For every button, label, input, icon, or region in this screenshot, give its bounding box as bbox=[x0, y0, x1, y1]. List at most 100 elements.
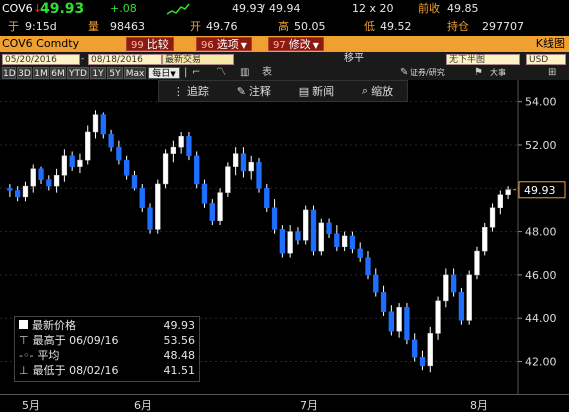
candle-body bbox=[15, 190, 21, 198]
prev-close: 49.85 bbox=[447, 2, 479, 15]
candle-body bbox=[443, 274, 449, 302]
x-label-jul: 7月 bbox=[300, 399, 318, 412]
bar-chart-icon[interactable]: ▥ bbox=[240, 66, 249, 80]
legend-high: ⊤ 最高于 06/09/16 53.56 bbox=[19, 333, 195, 348]
quote-row-2: 于 9:15d 量 98463 开 49.76 高 50.05 低 49.52 … bbox=[0, 18, 569, 36]
end-date-field[interactable]: 08/18/2016 bbox=[88, 54, 162, 65]
security-field[interactable]: COV6 Comdty bbox=[2, 37, 79, 51]
candle-body bbox=[373, 274, 379, 293]
zoom-button[interactable]: ⌕ 缩放 bbox=[362, 83, 393, 99]
candle-body bbox=[412, 339, 418, 358]
legend-low: ⊥ 最低于 08/02/16 41.51 bbox=[19, 363, 195, 378]
last-price-tag-text: 49.93 bbox=[524, 184, 556, 197]
chart-type-label: K线图 bbox=[535, 37, 565, 50]
candle-body bbox=[61, 155, 68, 176]
candle-body bbox=[92, 114, 99, 133]
frequency-label: 移平 bbox=[344, 53, 364, 64]
y-tick-label: 54.00 bbox=[525, 96, 557, 109]
candle-body bbox=[186, 136, 192, 157]
mode-select[interactable]: 无下半图 bbox=[446, 54, 520, 65]
slash: / bbox=[261, 2, 265, 15]
chevron-down-icon: ▼ bbox=[170, 70, 176, 78]
y-tick-label: 42.00 bbox=[525, 356, 557, 369]
candle-body bbox=[396, 307, 402, 332]
candle-body bbox=[155, 183, 161, 230]
research-icon[interactable]: ✎ bbox=[400, 66, 408, 80]
compare-button[interactable]: 99 比较 bbox=[126, 37, 174, 51]
params-bar: 05/20/2016 - 08/18/2016 最新交易 移平 无下半图 USD bbox=[0, 52, 569, 66]
news-label: 新闻 bbox=[312, 85, 335, 98]
period-5y[interactable]: 5Y bbox=[107, 67, 123, 79]
candle-body bbox=[232, 153, 239, 167]
period-1m[interactable]: 1M bbox=[33, 67, 49, 79]
last-trade-select[interactable]: 最新交易 bbox=[162, 54, 234, 65]
options-button[interactable]: 96 选项 ▼ bbox=[196, 37, 252, 51]
daily-select[interactable]: 每日▼ bbox=[148, 67, 180, 79]
period-1d[interactable]: 1D bbox=[2, 67, 16, 79]
y-tick-label: 52.00 bbox=[525, 139, 557, 152]
news-button[interactable]: ▤ 新闻 bbox=[299, 83, 334, 99]
candle-body bbox=[217, 192, 223, 222]
x-label-may: 5月 bbox=[22, 399, 40, 412]
period-6m[interactable]: 6M bbox=[50, 67, 66, 79]
period-max[interactable]: Max bbox=[124, 67, 146, 79]
candle-body bbox=[131, 175, 138, 189]
candle-body bbox=[341, 235, 348, 247]
research-label[interactable]: 证券/研究 bbox=[410, 66, 445, 80]
annotate-button[interactable]: ✎ 注释 bbox=[237, 83, 271, 99]
legend-low-value: 41.51 bbox=[163, 364, 196, 377]
candle-body bbox=[194, 155, 200, 185]
track-button[interactable]: ⋮ 追踪 bbox=[173, 83, 209, 99]
candle-body bbox=[349, 235, 356, 250]
table-icon[interactable]: 表 bbox=[262, 66, 272, 80]
chart-toolbar: ⋮ 追踪 ✎ 注释 ▤ 新闻 ⌕ 缩放 bbox=[158, 80, 408, 102]
currency-label: USD bbox=[529, 55, 549, 65]
candle-body bbox=[123, 159, 130, 176]
candle-body bbox=[139, 188, 145, 209]
currency-select[interactable]: USD bbox=[526, 54, 566, 65]
candle-body bbox=[435, 300, 441, 334]
mode-label: 无下半图 bbox=[449, 55, 486, 65]
daily-label: 每日 bbox=[152, 69, 171, 79]
candle-body bbox=[225, 166, 231, 193]
search-icon: ⌕ bbox=[361, 84, 369, 97]
line-chart-icon[interactable]: ⌐ bbox=[192, 66, 200, 80]
date-dash: - bbox=[81, 54, 85, 64]
command-bar: COV6 Comdty 99 比较 96 选项 ▼ 97 修改 ▼ K线图 bbox=[0, 36, 569, 52]
chart-settings-icon[interactable]: ⊞ bbox=[548, 66, 556, 80]
period-ytd[interactable]: YTD bbox=[67, 67, 89, 79]
candle-body bbox=[450, 274, 457, 293]
candle-body bbox=[404, 307, 410, 341]
low-label: 低 bbox=[364, 20, 375, 33]
legend-high-value: 53.56 bbox=[163, 334, 196, 347]
annotate-label: 注释 bbox=[248, 85, 271, 98]
candle-body bbox=[147, 207, 153, 230]
flag-icon[interactable]: ⚑ bbox=[474, 66, 483, 80]
y-tick-label: 48.00 bbox=[525, 226, 557, 239]
last-trade-label: 最新交易 bbox=[165, 55, 202, 65]
y-tick-label: 46.00 bbox=[525, 269, 557, 282]
candle-body bbox=[326, 222, 332, 235]
line-chart-icon[interactable]: 〽 bbox=[216, 66, 226, 80]
period-1y[interactable]: 1Y bbox=[90, 67, 106, 79]
candle-body bbox=[108, 133, 114, 148]
candle-body bbox=[365, 257, 371, 276]
candle-body bbox=[419, 356, 426, 367]
period-3d[interactable]: 3D bbox=[17, 67, 32, 79]
events-label[interactable]: 大事 bbox=[490, 66, 506, 80]
square-icon bbox=[19, 320, 28, 329]
candle-body bbox=[482, 227, 488, 252]
candle-body bbox=[209, 203, 215, 222]
candle-body bbox=[46, 179, 52, 187]
start-date-field[interactable]: 05/20/2016 bbox=[2, 54, 80, 65]
open: 49.76 bbox=[206, 20, 238, 33]
candle-body bbox=[505, 189, 511, 196]
x-axis: 5月 6月 7月 8月 bbox=[0, 394, 569, 412]
sparkline-icon bbox=[166, 3, 190, 15]
edit-button[interactable]: 97 修改 ▼ bbox=[268, 37, 324, 51]
candle-body bbox=[318, 222, 324, 252]
candle-body bbox=[240, 153, 247, 172]
legend-last-label: 最新价格 bbox=[32, 319, 76, 332]
candle-body bbox=[264, 188, 270, 209]
candle-body bbox=[474, 250, 480, 276]
